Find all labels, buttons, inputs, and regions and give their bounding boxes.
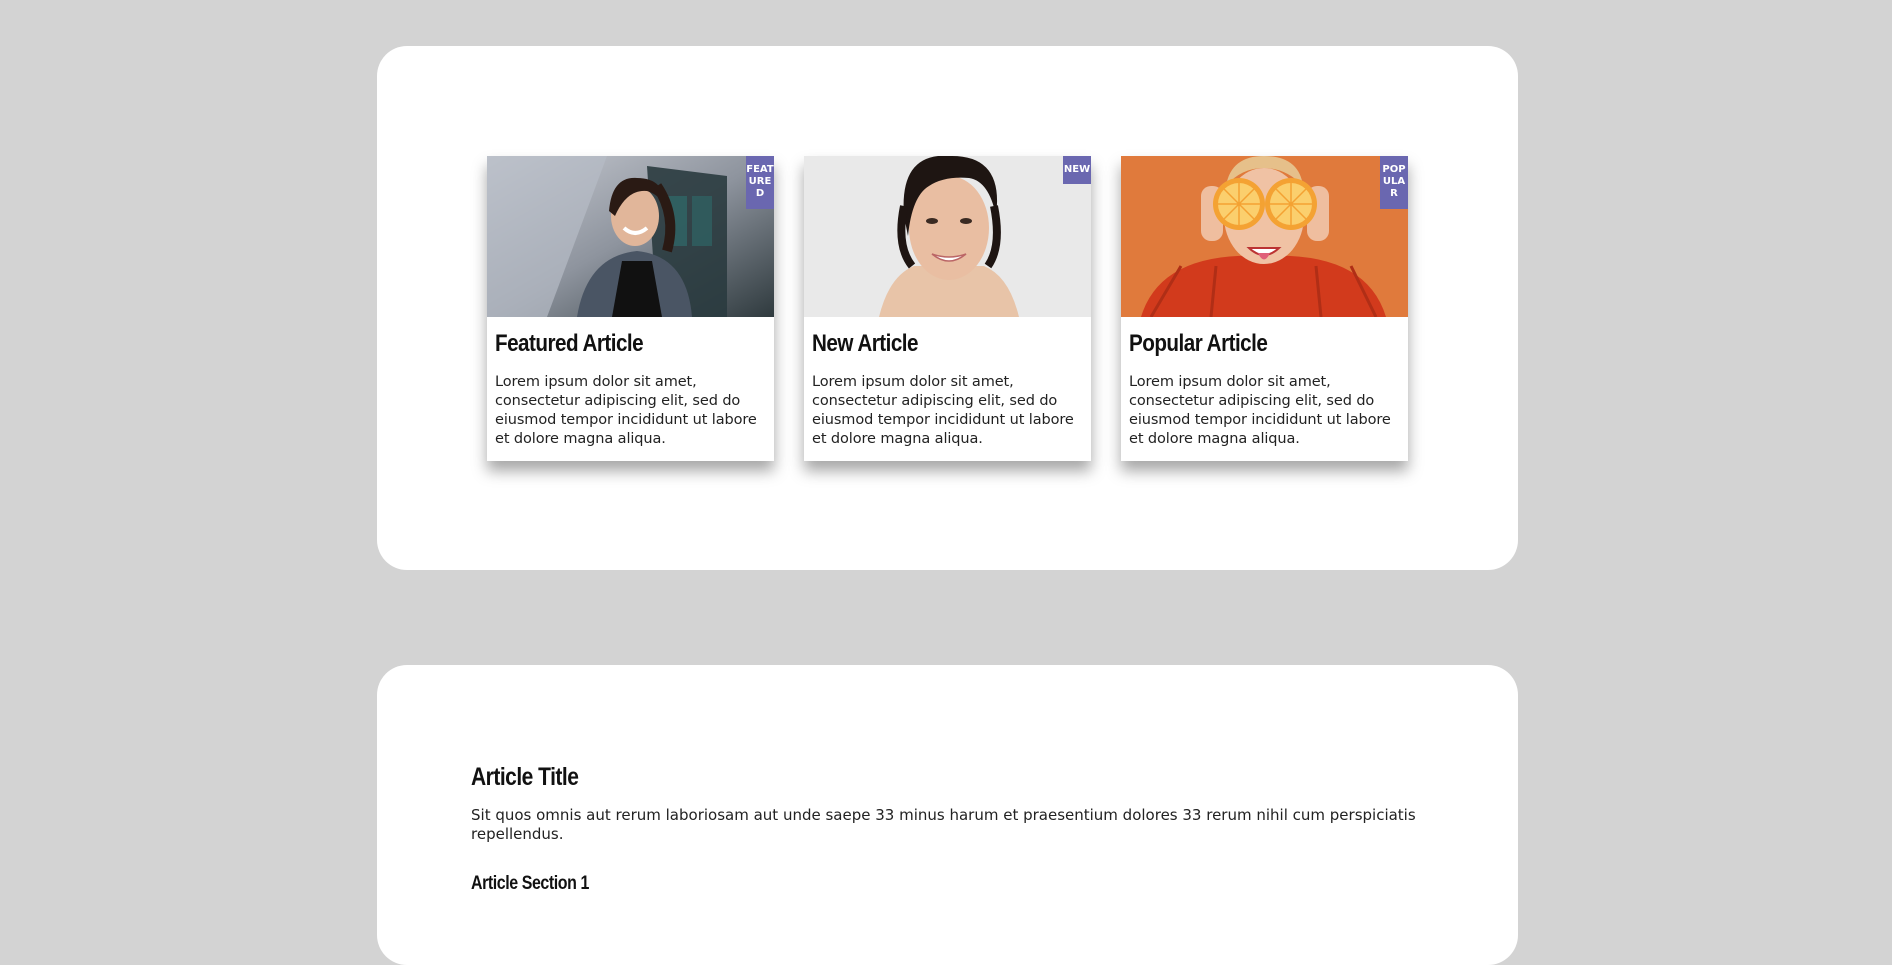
article-intro: Sit quos omnis aut rerum laboriosam aut … xyxy=(471,806,1416,843)
badge-new: NEW xyxy=(1063,156,1091,185)
photo-woman-jacket xyxy=(487,156,774,317)
card-image-new: NEW xyxy=(804,156,1091,317)
photo-woman-oranges xyxy=(1121,156,1408,317)
card-title: Featured Article xyxy=(495,330,644,357)
badge-label: NEW xyxy=(1063,164,1091,175)
article-title: Article Title xyxy=(471,763,579,791)
card-list: FEATURED Featured Article Lorem ipsum do… xyxy=(487,156,1408,461)
article: Article Title Sit quos omnis aut rerum l… xyxy=(471,762,1421,896)
badge-label: POPULAR xyxy=(1382,164,1406,200)
card-new[interactable]: NEW New Article Lorem ipsum dolor sit am… xyxy=(804,156,1091,461)
card-title: Popular Article xyxy=(1129,330,1268,357)
cards-panel: FEATURED Featured Article Lorem ipsum do… xyxy=(377,46,1518,570)
card-title: New Article xyxy=(812,330,918,357)
article-section-title: Article Section 1 xyxy=(471,873,589,894)
article-panel: Article Title Sit quos omnis aut rerum l… xyxy=(377,665,1518,965)
card-image-featured: FEATURED xyxy=(487,156,774,317)
badge-label: FEATURED xyxy=(746,164,774,200)
badge-featured: FEATURED xyxy=(746,156,774,209)
photo-woman-smiling xyxy=(804,156,1091,317)
card-image-popular: POPULAR xyxy=(1121,156,1408,317)
card-text: Lorem ipsum dolor sit amet, consectetur … xyxy=(1129,374,1391,447)
card-text: Lorem ipsum dolor sit amet, consectetur … xyxy=(495,374,757,447)
card-featured[interactable]: FEATURED Featured Article Lorem ipsum do… xyxy=(487,156,774,461)
card-popular[interactable]: POPULAR Popular Article Lorem ipsum dolo… xyxy=(1121,156,1408,461)
card-text: Lorem ipsum dolor sit amet, consectetur … xyxy=(812,374,1074,447)
badge-popular: POPULAR xyxy=(1380,156,1408,209)
